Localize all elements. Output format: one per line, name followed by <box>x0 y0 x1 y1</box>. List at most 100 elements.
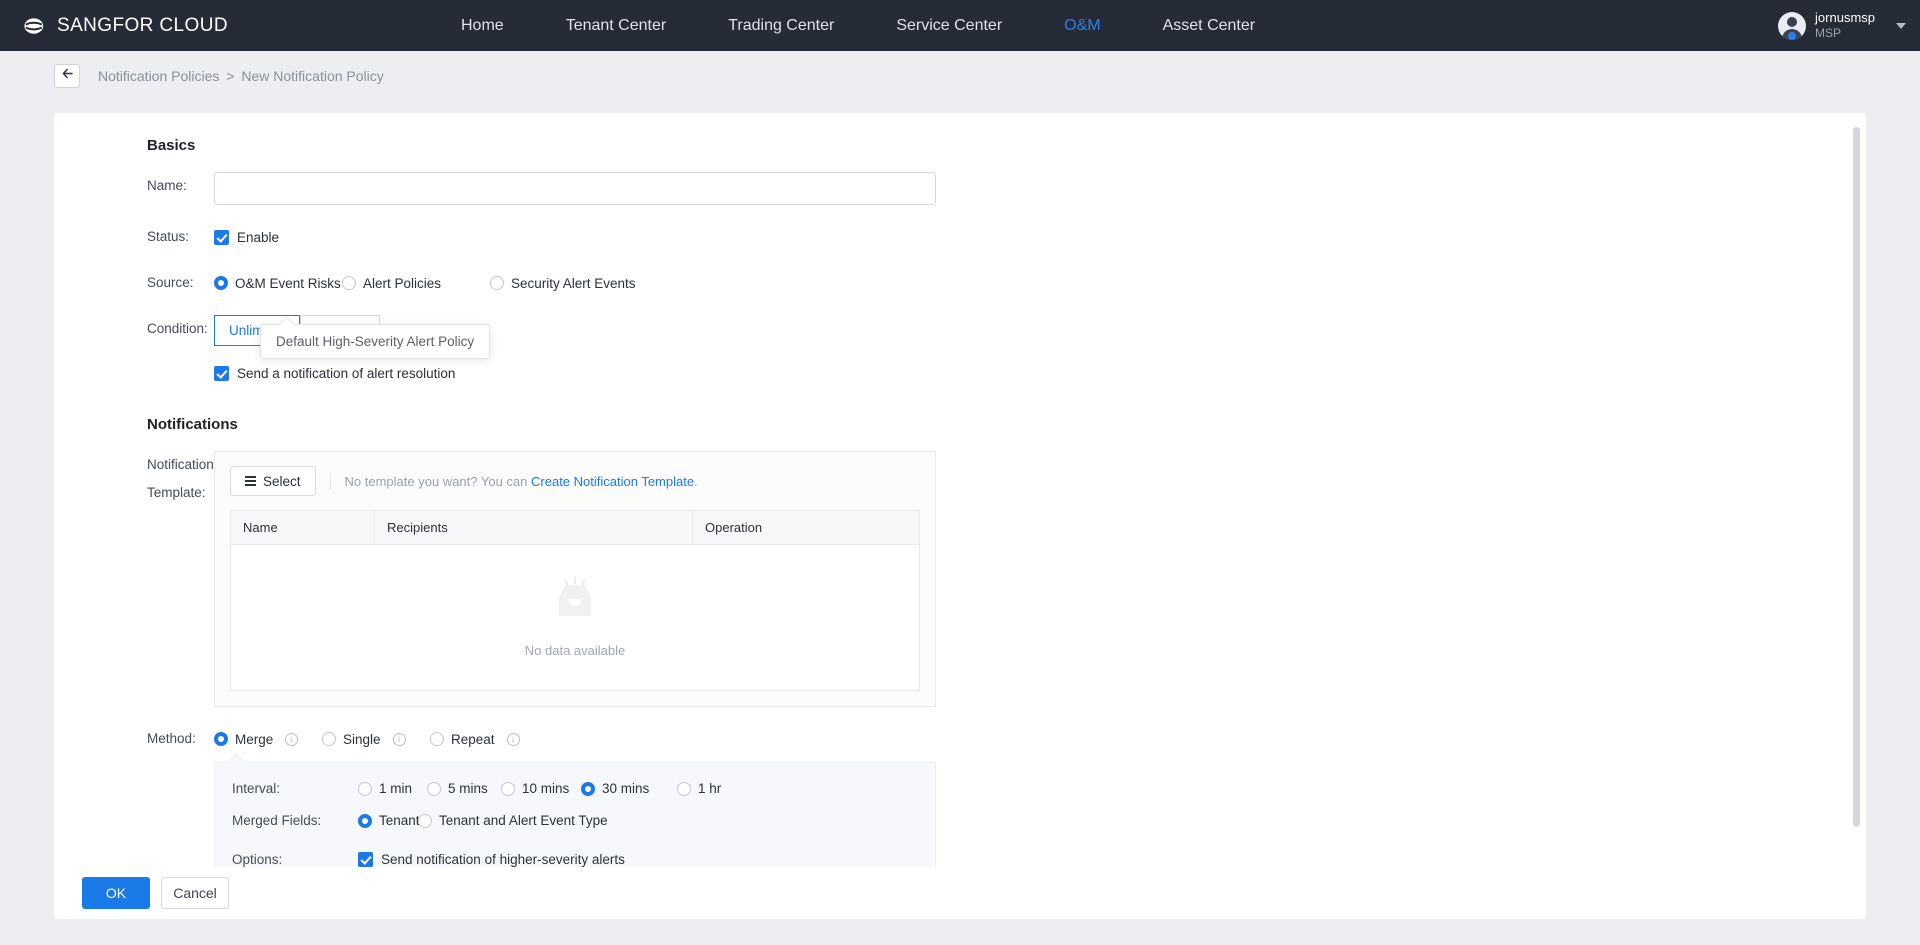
method-option-merge[interactable]: Merge i <box>214 732 322 747</box>
user-menu[interactable]: jornusmsp MSP <box>1778 10 1906 41</box>
merge-settings-panel: Interval: 1 min 5 mins 10 mins 30 mins 1… <box>214 762 936 868</box>
info-icon-repeat[interactable]: i <box>506 732 520 746</box>
interval-radio-group: 1 min 5 mins 10 mins 30 mins 1 hr <box>358 781 721 796</box>
ok-button[interactable]: OK <box>82 877 150 909</box>
form-row-name: Name: <box>54 172 1866 205</box>
label-condition: Condition: <box>147 321 208 336</box>
source-option-om-event-risks[interactable]: O&M Event Risks <box>214 276 342 291</box>
notification-template-table: Name Recipients Operation No data availa… <box>230 510 920 691</box>
method-option-single[interactable]: Single i <box>322 732 430 747</box>
user-role: MSP <box>1815 26 1842 41</box>
interval-option-1-hr[interactable]: 1 hr <box>677 781 721 796</box>
alert-resolution-checkbox[interactable] <box>214 365 229 381</box>
label-name: Name: <box>147 178 187 193</box>
interval-option-1-min[interactable]: 1 min <box>358 781 427 796</box>
nav-link-home[interactable]: Home <box>430 0 535 51</box>
nav-link-tenant-center[interactable]: Tenant Center <box>535 0 698 51</box>
method-option-repeat[interactable]: Repeat i <box>430 732 520 747</box>
interval-label-1-hr: 1 hr <box>698 781 722 796</box>
source-option-security-alert-events[interactable]: Security Alert Events <box>490 276 636 291</box>
source-radio-alert-policies[interactable] <box>342 276 356 290</box>
method-radio-single[interactable] <box>322 732 336 746</box>
empty-state-label: No data available <box>524 643 626 658</box>
notification-template-header: Select No template you want? You can Cre… <box>230 466 920 496</box>
status-enable-label: Enable <box>237 229 280 245</box>
back-button[interactable] <box>54 64 80 88</box>
source-radio-security-alert-events[interactable] <box>490 276 504 290</box>
merged-fields-radio-tenant[interactable] <box>358 813 372 828</box>
create-notification-template-link[interactable]: Create Notification Template <box>531 474 694 489</box>
vertical-scrollbar[interactable] <box>1853 127 1860 827</box>
interval-label-5-mins: 5 mins <box>448 781 488 796</box>
select-template-button[interactable]: Select <box>230 466 316 496</box>
form-scroll-area: Basics Name: Status: Enable Source: O&M … <box>54 113 1866 868</box>
method-radio-merge[interactable] <box>214 732 228 746</box>
method-label-merge: Merge <box>235 731 274 747</box>
merged-fields-label-tenant-and-alert-event-type: Tenant and Alert Event Type <box>439 813 608 828</box>
status-enable-checkbox[interactable] <box>214 229 229 245</box>
interval-option-5-mins[interactable]: 5 mins <box>427 781 501 796</box>
interval-radio-30-mins[interactable] <box>581 781 595 796</box>
top-navigation-bar: SANGFOR CLOUD Home Tenant Center Trading… <box>0 0 1920 51</box>
source-radio-om-event-risks[interactable] <box>214 276 228 290</box>
source-label-security-alert-events: Security Alert Events <box>511 275 636 291</box>
label-status: Status: <box>147 229 190 244</box>
nav-link-service-center[interactable]: Service Center <box>865 0 1033 51</box>
table-col-recipients: Recipients <box>374 510 693 545</box>
breadcrumb-current: New Notification Policy <box>241 68 384 84</box>
method-radio-repeat[interactable] <box>430 732 444 746</box>
label-merged-fields: Merged Fields: <box>232 813 322 828</box>
info-icon-merge[interactable]: i <box>285 732 299 746</box>
avatar <box>1778 11 1807 40</box>
interval-label-10-mins: 10 mins <box>522 781 570 796</box>
higher-severity-label: Send notification of higher-severity ale… <box>381 851 625 867</box>
form-row-source: Source: O&M Event Risks Alert Policies S… <box>54 269 1866 297</box>
form-card: Basics Name: Status: Enable Source: O&M … <box>54 113 1866 868</box>
form-row-notification-template: Notification Template: Select No templat… <box>54 451 1866 707</box>
label-options: Options: <box>232 851 283 867</box>
merged-fields-radio-group: Tenant Tenant and Alert Event Type <box>358 813 608 828</box>
interval-option-10-mins[interactable]: 10 mins <box>501 781 581 796</box>
source-option-alert-policies[interactable]: Alert Policies <box>342 276 490 291</box>
higher-severity-checkbox-wrap[interactable]: Send notification of higher-severity ale… <box>358 845 625 868</box>
brand-logo-area[interactable]: SANGFOR CLOUD <box>0 11 228 41</box>
interval-option-30-mins[interactable]: 30 mins <box>581 781 677 796</box>
table-header-row: Name Recipients Operation <box>230 510 920 545</box>
alert-resolution-checkbox-wrap[interactable]: Send a notification of alert resolution <box>214 359 455 387</box>
cloud-logo-icon <box>16 11 46 41</box>
interval-radio-1-min[interactable] <box>358 781 372 796</box>
template-hint: No template you want? You can Create Not… <box>345 474 698 489</box>
merged-fields-option-tenant-and-alert-event-type[interactable]: Tenant and Alert Event Type <box>418 813 608 828</box>
list-icon <box>245 476 256 486</box>
interval-radio-5-mins[interactable] <box>427 781 441 796</box>
status-enable-checkbox-wrap[interactable]: Enable <box>214 223 279 251</box>
higher-severity-checkbox[interactable] <box>358 851 373 867</box>
interval-radio-1-hr[interactable] <box>677 781 691 796</box>
nav-link-om[interactable]: O&M <box>1033 0 1131 51</box>
main-nav-links: Home Tenant Center Trading Center Servic… <box>430 0 1286 51</box>
chevron-down-icon[interactable] <box>1896 22 1906 29</box>
breadcrumb-separator: > <box>226 68 235 84</box>
label-interval: Interval: <box>232 781 281 796</box>
interval-label-30-mins: 30 mins <box>602 781 650 796</box>
interval-label-1-min: 1 min <box>379 781 413 796</box>
source-label-alert-policies: Alert Policies <box>363 275 442 291</box>
table-empty-cell: No data available <box>231 545 920 691</box>
name-input[interactable] <box>214 172 936 205</box>
cancel-button[interactable]: Cancel <box>161 877 229 909</box>
form-row-condition: Condition: Unlimited Default High-Severi… <box>54 315 1866 387</box>
form-row-method: Method: Merge i Single i Repeat i Interv… <box>54 725 1866 868</box>
nav-link-trading-center[interactable]: Trading Center <box>697 0 865 51</box>
merged-fields-radio-tenant-and-alert-event-type[interactable] <box>418 813 432 828</box>
info-icon-single[interactable]: i <box>392 732 406 746</box>
select-template-label: Select <box>263 473 301 489</box>
condition-tooltip: Default High-Severity Alert Policy <box>260 324 491 359</box>
breadcrumb-parent[interactable]: Notification Policies <box>98 68 219 84</box>
merged-fields-option-tenant[interactable]: Tenant <box>358 813 420 828</box>
label-source: Source: <box>147 275 194 290</box>
source-label-om-event-risks: O&M Event Risks <box>235 275 341 291</box>
interval-radio-10-mins[interactable] <box>501 781 515 796</box>
nav-link-asset-center[interactable]: Asset Center <box>1132 0 1286 51</box>
label-notification-template: Notification Template: <box>147 457 214 500</box>
notification-template-box: Select No template you want? You can Cre… <box>214 451 936 707</box>
